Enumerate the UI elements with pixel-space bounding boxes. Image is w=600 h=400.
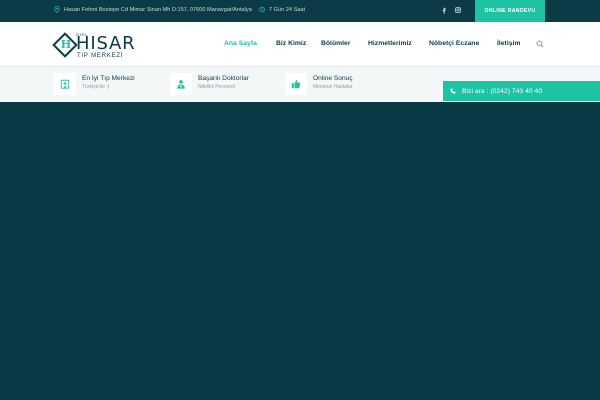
feature-subtitle: Memnun Hastalar xyxy=(313,84,353,90)
online-appointment-button[interactable]: ONLINE RANDEVU xyxy=(475,0,545,22)
call-us-label: Bizi ara : (0242) 743 40 40 xyxy=(462,87,543,95)
nav-item-pharmacy[interactable]: Nöbetçi Eczane xyxy=(429,40,479,47)
feature-title: Başarılı Doktorlar xyxy=(198,75,249,82)
feature-icon-box xyxy=(170,73,192,95)
map-pin-icon xyxy=(54,6,60,13)
nav-item-contact[interactable]: İletişim xyxy=(497,40,520,47)
top-bar: Hasan Fehmi Boztepe Cd Mimar Sinan Mh D:… xyxy=(0,0,600,22)
clock-icon xyxy=(259,6,265,13)
call-us-button[interactable]: Bizi ara : (0242) 743 40 40 xyxy=(443,81,600,101)
feature-item: En İyi Tıp Merkezi Türkiye'de :) xyxy=(54,73,135,95)
logo-tagline: TIP MERKEZİ xyxy=(77,53,124,59)
thumbs-up-icon xyxy=(291,79,301,89)
facebook-icon[interactable] xyxy=(440,5,448,15)
instagram-icon[interactable] xyxy=(454,5,462,15)
nav-item-departments[interactable]: Bölümler xyxy=(321,40,350,47)
feature-item: Online Sonuç Memnun Hastalar xyxy=(285,73,353,95)
feature-title: Online Sonuç xyxy=(313,75,353,82)
feature-item: Başarılı Doktorlar Nitelikli Personel xyxy=(170,73,249,95)
feature-subtitle: Nitelikli Personel xyxy=(198,84,235,90)
feature-icon-box xyxy=(285,73,307,95)
address-info: Hasan Fehmi Boztepe Cd Mimar Sinan Mh D:… xyxy=(54,6,252,13)
search-icon[interactable] xyxy=(536,40,544,48)
phone-icon xyxy=(450,88,456,94)
nav-item-services[interactable]: Hizmetlerimiz xyxy=(368,40,412,47)
hours-info: 7 Gün 24 Saat xyxy=(259,6,305,13)
feature-title: En İyi Tıp Merkezi xyxy=(82,75,135,82)
feature-icon-box xyxy=(54,73,76,95)
address-text: Hasan Fehmi Boztepe Cd Mimar Sinan Mh D:… xyxy=(64,6,252,13)
hero-section xyxy=(0,102,600,400)
hospital-icon xyxy=(60,79,70,89)
site-logo[interactable]: H ÖZEL HISAR TIP MERKEZİ xyxy=(52,28,136,62)
nav-item-home[interactable]: Ana Sayfa xyxy=(224,40,257,47)
nav-item-about[interactable]: Biz Kimiz xyxy=(276,40,306,47)
feature-subtitle: Türkiye'de :) xyxy=(82,84,110,90)
logo-name: HISAR xyxy=(76,33,136,54)
hours-text: 7 Gün 24 Saat xyxy=(269,6,306,13)
doctor-icon xyxy=(177,80,185,89)
logo-mark: H xyxy=(60,38,72,51)
